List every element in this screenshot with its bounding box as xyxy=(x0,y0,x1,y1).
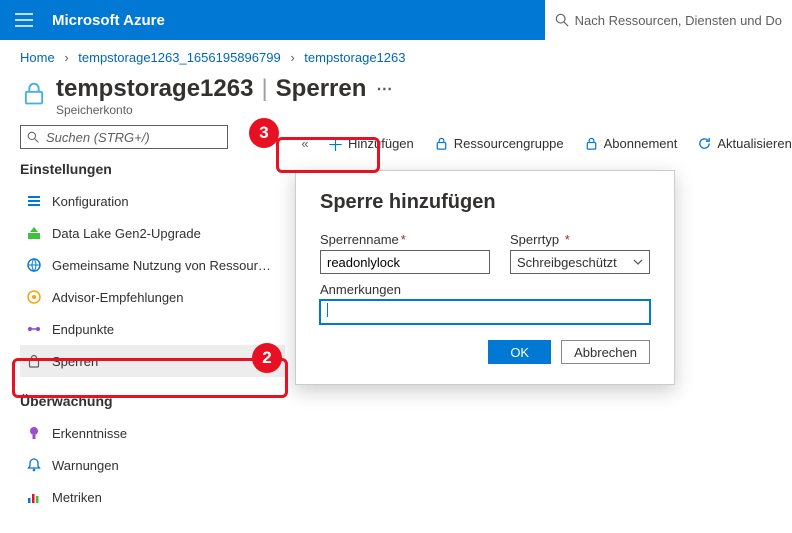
more-button[interactable]: ⋯ xyxy=(376,79,392,99)
ok-button[interactable]: OK xyxy=(488,340,551,364)
toolbar-label: Aktualisieren xyxy=(717,136,791,151)
hamburger-button[interactable] xyxy=(0,0,48,40)
resource-group-locks-button[interactable]: Ressourcengruppe xyxy=(426,127,572,159)
lock-icon xyxy=(20,79,48,107)
plus-icon: ＋ xyxy=(327,131,344,156)
chevron-right-icon: › xyxy=(290,50,294,65)
metrics-icon xyxy=(26,489,42,505)
sidebar-item-alerts[interactable]: Warnungen xyxy=(20,449,285,481)
config-icon xyxy=(26,193,42,209)
cancel-button[interactable]: Abbrechen xyxy=(561,340,650,364)
breadcrumb: Home › tempstorage1263_1656195896799 › t… xyxy=(0,40,792,69)
top-bar: Microsoft Azure Nach Ressourcen, Dienste… xyxy=(0,0,792,40)
sidebar-item-resource-sharing[interactable]: Gemeinsame Nutzung von Ressour… xyxy=(20,249,285,281)
share-icon xyxy=(26,257,42,273)
sidebar-item-endpoints[interactable]: Endpunkte xyxy=(20,313,285,345)
add-lock-dialog: Sperre hinzufügen Sperrenname* Sperrtyp … xyxy=(295,170,675,385)
advisor-icon xyxy=(26,289,42,305)
lock-type-label: Sperrtyp * xyxy=(510,232,650,247)
sidebar-item-label: Endpunkte xyxy=(52,322,114,337)
sidebar-item-insights[interactable]: Erkenntnisse xyxy=(20,417,285,449)
section-monitoring: Überwachung xyxy=(20,393,285,409)
global-search-placeholder: Nach Ressourcen, Diensten und Do xyxy=(575,13,782,28)
lock-type-select[interactable]: Schreibgeschützt xyxy=(510,250,650,274)
endpoints-icon xyxy=(26,321,42,337)
sidebar: Suchen (STRG+/) Einstellungen Konfigurat… xyxy=(20,125,285,513)
toolbar-label: Ressourcengruppe xyxy=(454,136,564,151)
sidebar-item-metrics[interactable]: Metriken xyxy=(20,481,285,513)
notes-input[interactable] xyxy=(320,300,650,324)
sidebar-search-placeholder: Suchen (STRG+/) xyxy=(46,130,150,145)
command-bar: « ＋ Hinzufügen Ressourcengruppe Abonneme… xyxy=(295,125,792,161)
sidebar-item-label: Warnungen xyxy=(52,458,119,473)
lock-name-input[interactable] xyxy=(320,250,490,274)
lock-icon xyxy=(434,136,449,151)
lock-icon xyxy=(26,353,42,369)
sidebar-item-locks[interactable]: Sperren xyxy=(20,345,285,377)
chevron-right-icon: › xyxy=(64,50,68,65)
sidebar-item-label: Data Lake Gen2-Upgrade xyxy=(52,226,201,241)
insights-icon xyxy=(26,425,42,441)
lock-icon xyxy=(584,136,599,151)
sidebar-item-advisor[interactable]: Advisor-Empfehlungen xyxy=(20,281,285,313)
search-icon xyxy=(555,13,569,27)
breadcrumb-resource-group[interactable]: tempstorage1263_1656195896799 xyxy=(78,50,280,65)
upgrade-icon xyxy=(26,225,42,241)
global-search[interactable]: Nach Ressourcen, Diensten und Do xyxy=(544,0,792,40)
bell-icon xyxy=(26,457,42,473)
page-title: tempstorage1263 | Sperren ⋯ xyxy=(56,75,392,103)
sidebar-item-gen2-upgrade[interactable]: Data Lake Gen2-Upgrade xyxy=(20,217,285,249)
select-value: Schreibgeschützt xyxy=(517,255,617,270)
resource-name: tempstorage1263 xyxy=(56,75,253,103)
section-name: Sperren xyxy=(276,75,367,103)
search-icon xyxy=(27,131,40,144)
dialog-title: Sperre hinzufügen xyxy=(320,191,650,214)
hamburger-icon xyxy=(15,13,33,27)
sidebar-item-label: Konfiguration xyxy=(52,194,129,209)
add-lock-button[interactable]: ＋ Hinzufügen xyxy=(319,127,422,159)
resource-type: Speicherkonto xyxy=(56,103,392,117)
toolbar-label: Hinzufügen xyxy=(348,136,414,151)
sidebar-item-configuration[interactable]: Konfiguration xyxy=(20,185,285,217)
sidebar-search[interactable]: Suchen (STRG+/) xyxy=(20,125,228,149)
notes-label: Anmerkungen xyxy=(320,282,650,297)
collapse-sidebar-button[interactable]: « xyxy=(295,136,315,151)
page-header: tempstorage1263 | Sperren ⋯ Speicherkont… xyxy=(0,69,792,119)
sidebar-item-label: Gemeinsame Nutzung von Ressour… xyxy=(52,258,271,273)
lock-name-label: Sperrenname* xyxy=(320,232,490,247)
toolbar-label: Abonnement xyxy=(604,136,678,151)
sidebar-item-label: Advisor-Empfehlungen xyxy=(52,290,184,305)
section-settings: Einstellungen xyxy=(20,161,285,177)
breadcrumb-home[interactable]: Home xyxy=(20,50,55,65)
subscription-locks-button[interactable]: Abonnement xyxy=(576,127,686,159)
sidebar-item-label: Erkenntnisse xyxy=(52,426,127,441)
breadcrumb-resource[interactable]: tempstorage1263 xyxy=(304,50,405,65)
sidebar-item-label: Metriken xyxy=(52,490,102,505)
chevron-down-icon xyxy=(633,257,643,267)
title-separator: | xyxy=(261,75,267,103)
sidebar-item-label: Sperren xyxy=(52,354,98,369)
refresh-button[interactable]: Aktualisieren xyxy=(689,127,792,159)
refresh-icon xyxy=(697,136,712,151)
brand-label: Microsoft Azure xyxy=(52,12,165,29)
